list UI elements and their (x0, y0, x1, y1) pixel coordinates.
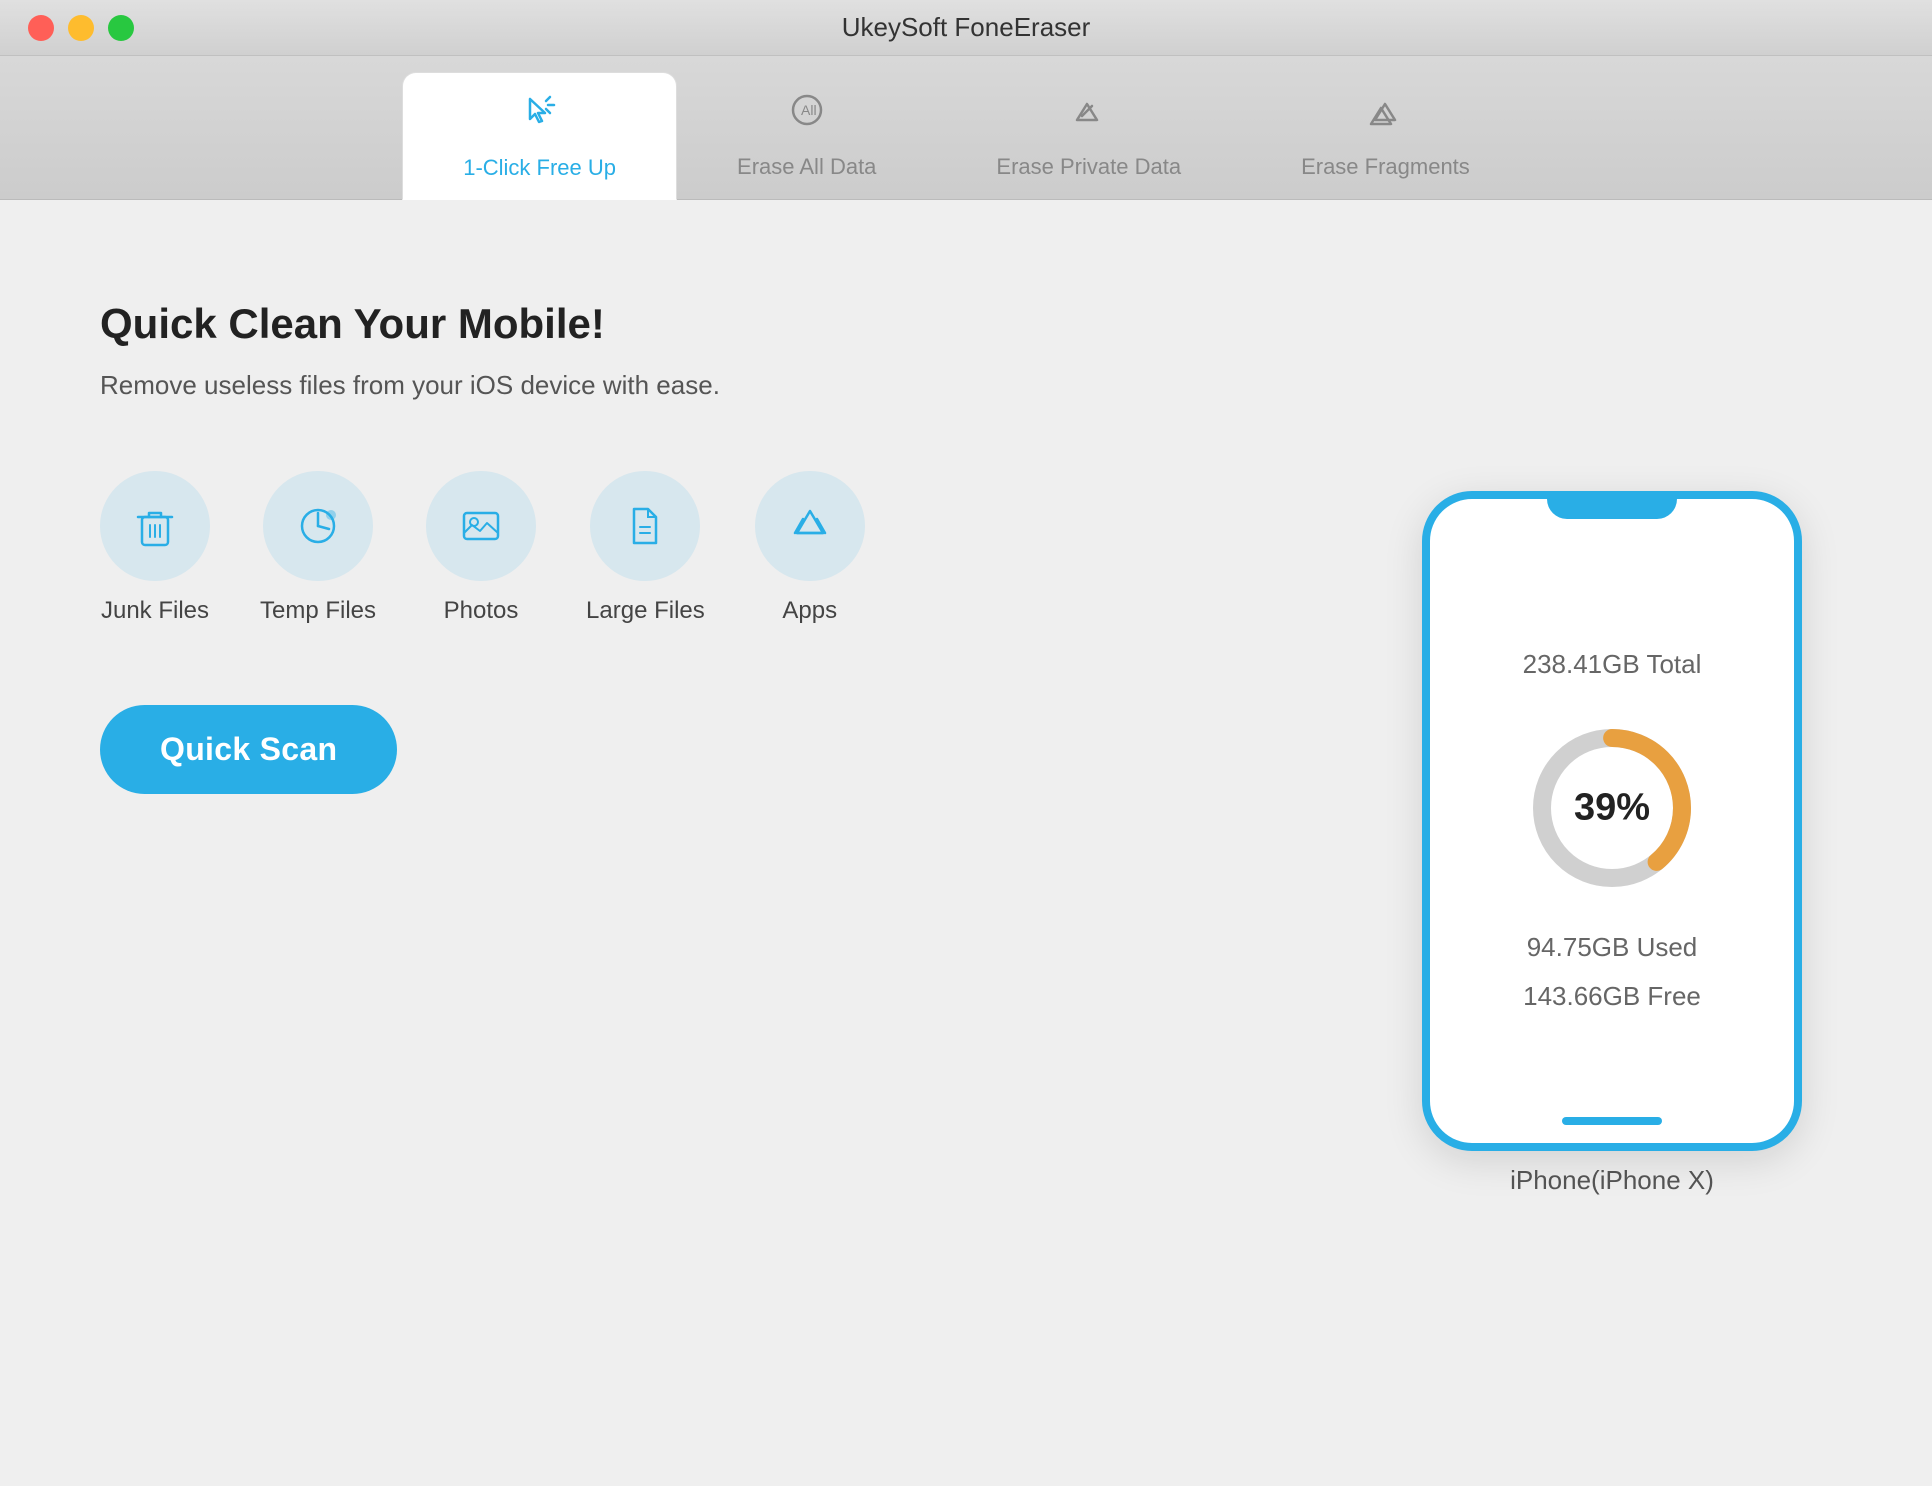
feature-large-files[interactable]: Large Files (586, 471, 705, 625)
erasefragments-icon (1363, 90, 1407, 144)
tab-1click-label: 1-Click Free Up (463, 155, 616, 181)
tab-1click[interactable]: 1-Click Free Up (402, 72, 677, 200)
large-files-icon (590, 471, 700, 581)
storage-used: 94.75GB Used (1527, 932, 1698, 963)
1click-icon (518, 91, 562, 145)
tab-eraseprivate[interactable]: Erase Private Data (936, 72, 1241, 199)
window-controls (28, 15, 134, 41)
photos-label: Photos (444, 597, 519, 625)
device-name: iPhone(iPhone X) (1510, 1165, 1714, 1196)
donut-chart: 39% (1512, 708, 1712, 908)
feature-apps[interactable]: Apps (755, 471, 865, 625)
storage-free: 143.66GB Free (1523, 981, 1701, 1012)
storage-percent: 39% (1574, 787, 1650, 830)
storage-total: 238.41GB Total (1523, 649, 1702, 680)
eraseprivate-icon (1067, 90, 1111, 144)
feature-photos[interactable]: Photos (426, 471, 536, 625)
svg-text:All: All (801, 102, 817, 118)
phone-notch (1547, 491, 1677, 519)
right-panel: 238.41GB Total 39% 94.75GB Used 143.66GB… (1372, 260, 1852, 1426)
eraseall-icon: All (785, 90, 829, 144)
tab-eraseprivate-label: Erase Private Data (996, 154, 1181, 180)
tab-erasefragments-label: Erase Fragments (1301, 154, 1470, 180)
large-files-label: Large Files (586, 597, 705, 625)
main-content: Quick Clean Your Mobile! Remove useless … (0, 200, 1932, 1486)
feature-temp-files[interactable]: Temp Files (260, 471, 376, 625)
phone-content: 238.41GB Total 39% 94.75GB Used 143.66GB… (1512, 529, 1712, 1113)
subtext: Remove useless files from your iOS devic… (100, 370, 1292, 401)
quick-scan-button[interactable]: Quick Scan (100, 705, 397, 794)
minimize-button[interactable] (68, 15, 94, 41)
feature-junk-files[interactable]: Junk Files (100, 471, 210, 625)
titlebar: UkeySoft FoneEraser (0, 0, 1932, 56)
temp-files-icon (263, 471, 373, 581)
maximize-button[interactable] (108, 15, 134, 41)
headline: Quick Clean Your Mobile! (100, 300, 1292, 348)
apps-label: Apps (782, 597, 837, 625)
apps-icon (755, 471, 865, 581)
photos-icon (426, 471, 536, 581)
junk-files-icon (100, 471, 210, 581)
phone-mockup: 238.41GB Total 39% 94.75GB Used 143.66GB… (1422, 491, 1802, 1151)
tab-eraseall[interactable]: All Erase All Data (677, 72, 936, 199)
close-button[interactable] (28, 15, 54, 41)
left-panel: Quick Clean Your Mobile! Remove useless … (100, 260, 1292, 1426)
tab-erasefragments[interactable]: Erase Fragments (1241, 72, 1530, 199)
phone-home-bar (1562, 1117, 1662, 1125)
tab-eraseall-label: Erase All Data (737, 154, 876, 180)
junk-files-label: Junk Files (101, 597, 209, 625)
tabbar: 1-Click Free Up All Erase All Data Erase… (0, 56, 1932, 200)
app-title: UkeySoft FoneEraser (842, 12, 1091, 43)
feature-icons: Junk Files Temp Files (100, 471, 1292, 625)
temp-files-label: Temp Files (260, 597, 376, 625)
